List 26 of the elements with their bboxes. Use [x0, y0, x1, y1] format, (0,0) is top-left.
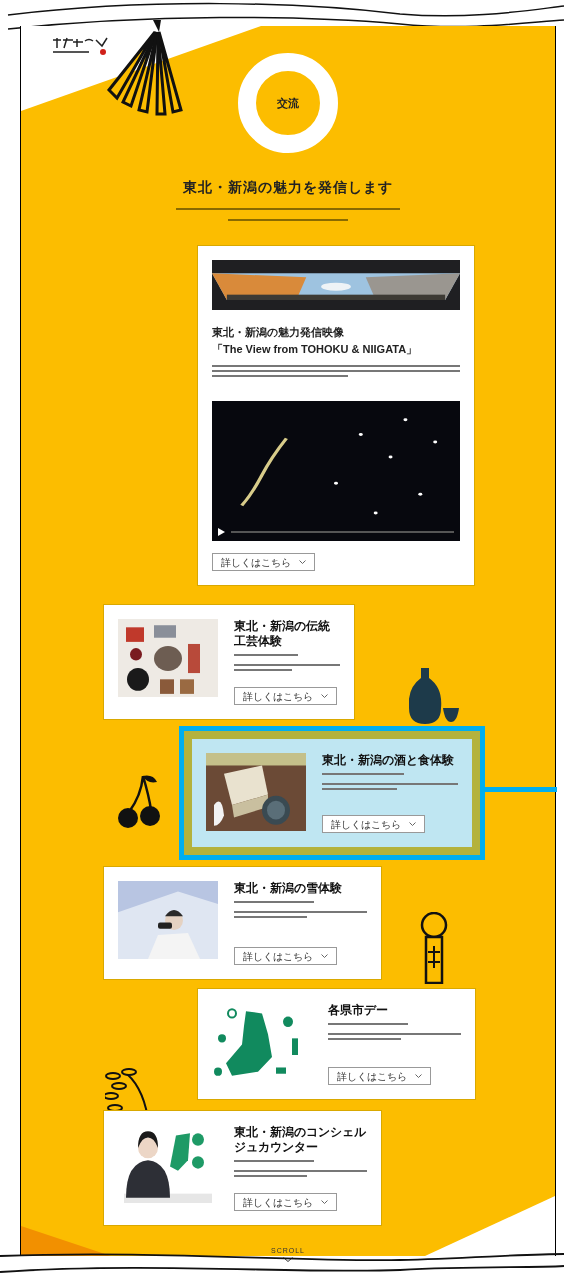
card-title: 東北・新潟の酒と食体験	[322, 753, 455, 768]
detail-button[interactable]: 詳しくはこちら	[328, 1067, 431, 1085]
card-title: 「The View from TOHOKU & NIIGATA」	[212, 341, 419, 357]
section-heading: 東北・新潟の魅力を発信します	[183, 178, 393, 197]
detail-button[interactable]: 詳しくはこちら	[234, 1193, 337, 1211]
card-title: 各県市デー	[328, 1003, 389, 1018]
kokeshi-drawing	[419, 912, 449, 984]
text-lines-drawing	[234, 654, 298, 656]
detail-button[interactable]: 詳しくはこちら	[234, 687, 337, 705]
sake-bottle-drawing	[409, 666, 461, 726]
detail-button[interactable]: 詳しくはこちら	[322, 815, 425, 833]
caret-icon	[321, 954, 328, 958]
caret-icon	[321, 694, 328, 698]
card-title: 東北・新潟の伝統工芸体験	[234, 619, 331, 649]
caret-icon	[299, 560, 306, 564]
caret-icon	[415, 1074, 422, 1078]
detail-button[interactable]: 詳しくはこちら	[234, 947, 337, 965]
caret-icon	[321, 1200, 328, 1204]
section-badge: 交流	[238, 53, 338, 153]
card-title: 東北・新潟のコンシェルジュカウンター	[234, 1125, 367, 1155]
caret-icon	[409, 822, 416, 826]
detail-button[interactable]: 詳しくはこちら	[212, 553, 315, 571]
card-title: 東北・新潟の雪体験	[234, 881, 343, 896]
cherry-icon	[117, 774, 161, 830]
play-icon[interactable]	[218, 528, 225, 536]
card-title: 東北・新潟の魅力発信映像	[212, 325, 345, 340]
